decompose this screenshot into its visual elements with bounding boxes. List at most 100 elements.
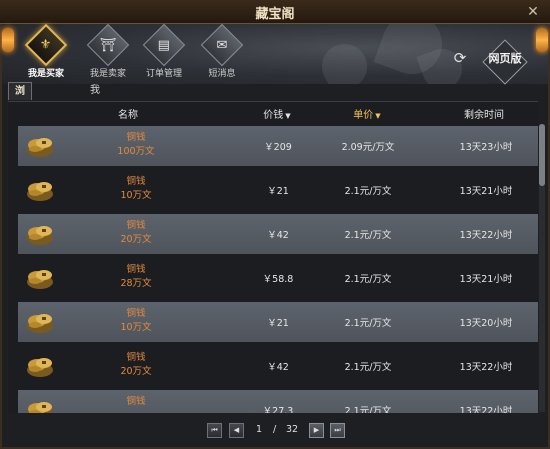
prev-page-button[interactable]: ◀ <box>229 423 244 438</box>
nav-label: 我是卖家 <box>89 69 126 79</box>
envelope-icon: ✉ <box>200 23 244 67</box>
price-cell: ￥42 <box>267 362 289 373</box>
time-left-cell: 13天22小时 <box>459 230 513 241</box>
copper-coins-icon <box>25 133 55 159</box>
nav-label: 订单管理 <box>145 69 182 79</box>
table-row[interactable]: 铜钱 10万文 ￥21 2.1元/万文 13天21小时 <box>18 170 538 210</box>
nav-button-3[interactable]: ✉ 短消息 <box>192 23 252 79</box>
total-pages: 32 <box>286 424 299 435</box>
time-left-cell: 13天22小时 <box>459 362 513 373</box>
tab-my-purchases[interactable]: 我买到的 <box>84 82 106 150</box>
table-row[interactable]: 铜钱 100万文 ￥209 2.09元/万文 13天23小时 <box>18 126 538 166</box>
item-name: 铜钱 <box>126 352 146 363</box>
pagination: ⏮ ◀ 1 / 32 ▶ ⏭ <box>0 422 550 442</box>
header-unit-price-label: 单价 <box>353 110 374 121</box>
item-name: 铜钱 <box>126 132 146 143</box>
header-unit-price-sort[interactable]: 单价 ▼ <box>342 106 392 121</box>
item-amount: 20万文 <box>120 366 152 377</box>
item-name-cell: 铜钱 28万文 <box>88 263 184 291</box>
nav-button-2[interactable]: ▤ 订单管理 <box>134 23 194 79</box>
lantern-icon <box>2 28 14 52</box>
lantern-icon <box>536 28 548 52</box>
header-price-sort[interactable]: 价钱 ▼ <box>252 106 302 121</box>
nav-glyph: ▤ <box>157 37 171 53</box>
table-row[interactable]: 铜钱 20万文 ￥42 2.1元/万文 13天22小时 <box>18 214 538 254</box>
copper-coins-icon <box>25 221 55 247</box>
item-name: 铜钱 <box>126 264 146 275</box>
first-page-button[interactable]: ⏮ <box>207 423 222 438</box>
nav-button-1[interactable]: ⛩ 我是卖家 <box>78 23 138 79</box>
web-version-button[interactable]: 网页版 <box>482 39 528 85</box>
item-amount: 10万文 <box>120 190 152 201</box>
price-cell: ￥21 <box>267 186 289 197</box>
time-left-cell: 13天20小时 <box>459 318 513 329</box>
header-name-label: 名称 <box>118 110 138 121</box>
item-name-cell: 铜钱 <box>88 395 184 409</box>
copper-coins-icon <box>25 309 55 335</box>
item-name: 铜钱 <box>126 220 146 231</box>
item-amount: 28万文 <box>120 278 152 289</box>
nav-button-0[interactable]: ⚜ 我是买家 <box>16 23 76 79</box>
price-cell: ￥42 <box>267 230 289 241</box>
item-amount: 10万文 <box>120 322 152 333</box>
unit-price-cell: 2.1元/万文 <box>344 186 392 197</box>
window-title: 藏宝阁 <box>255 7 295 22</box>
header-time-left: 剩余时间 <box>464 110 504 121</box>
header-name: 名称 <box>108 106 148 121</box>
stall-icon: ⛩ <box>86 23 130 67</box>
time-left-cell: 13天23小时 <box>459 142 513 153</box>
copper-coins-icon <box>25 177 55 203</box>
nav-label: 短消息 <box>208 69 236 79</box>
title-bar: 藏宝阁 ✕ <box>0 0 550 24</box>
current-page: 1 <box>256 424 263 435</box>
last-page-button[interactable]: ⏭ <box>330 423 345 438</box>
coin-emblem-icon: ⚜ <box>24 23 68 67</box>
close-icon[interactable]: ✕ <box>524 3 542 21</box>
item-name: 铜钱 <box>126 396 146 407</box>
time-left-cell: 13天22小时 <box>459 406 513 413</box>
table-row[interactable]: 铜钱 10万文 ￥21 2.1元/万文 13天20小时 <box>18 302 538 342</box>
item-name-cell: 铜钱 10万文 <box>88 307 184 335</box>
item-name: 铜钱 <box>126 308 146 319</box>
page-separator: / <box>273 424 277 435</box>
header-price-label: 价钱 <box>263 110 284 121</box>
item-name-cell: 铜钱 100万文 <box>88 131 184 159</box>
time-left-cell: 13天21小时 <box>459 186 513 197</box>
table-row[interactable]: 铜钱 ￥27.3 2.1元/万文 13天22小时 <box>18 390 538 413</box>
item-name-cell: 铜钱 10万文 <box>88 175 184 203</box>
copper-coins-icon <box>25 265 55 291</box>
next-page-button[interactable]: ▶ <box>309 423 324 438</box>
tab-browse-items[interactable]: 浏览商品 <box>8 82 32 151</box>
price-cell: ￥209 <box>264 142 292 153</box>
listing-table: 名称 价钱 ▼ 单价 ▼ 剩余时间 铜钱 100万文 ￥209 2.09元/万文 13天23… <box>8 101 538 413</box>
item-amount: 100万文 <box>117 146 155 157</box>
nav-glyph: ✉ <box>216 37 228 53</box>
price-cell: ￥21 <box>267 318 289 329</box>
price-cell: ￥58.8 <box>262 274 294 285</box>
time-left-cell: 13天21小时 <box>459 274 513 285</box>
list-scrollbar[interactable] <box>539 124 545 412</box>
copper-coins-icon <box>25 353 55 379</box>
unit-price-cell: 2.1元/万文 <box>344 230 392 241</box>
unit-price-cell: 2.09元/万文 <box>341 142 395 153</box>
item-amount: 20万文 <box>120 234 152 245</box>
unit-price-cell: 2.1元/万文 <box>344 362 392 373</box>
order-book-icon: ▤ <box>142 23 186 67</box>
sort-arrow-icon: ▼ <box>375 112 381 120</box>
table-row[interactable]: 铜钱 28万文 ￥58.8 2.1元/万文 13天21小时 <box>18 258 538 298</box>
scrollbar-thumb[interactable] <box>539 124 545 186</box>
table-row[interactable]: 铜钱 20万文 ￥42 2.1元/万文 13天22小时 <box>18 346 538 386</box>
nav-glyph: ⛩ <box>99 37 117 53</box>
web-version-label: 网页版 <box>488 52 522 65</box>
copper-coins-icon <box>25 397 55 413</box>
sort-arrow-icon: ▼ <box>285 112 291 120</box>
unit-price-cell: 2.1元/万文 <box>344 406 392 413</box>
item-name: 铜钱 <box>126 176 146 187</box>
nav-label: 我是买家 <box>27 69 64 79</box>
unit-price-cell: 2.1元/万文 <box>344 274 392 285</box>
nav-glyph: ⚜ <box>40 37 52 53</box>
refresh-icon[interactable]: ⟳ <box>451 49 469 67</box>
unit-price-cell: 2.1元/万文 <box>344 318 392 329</box>
table-header: 名称 价钱 ▼ 单价 ▼ 剩余时间 <box>8 102 538 124</box>
price-cell: ￥27.3 <box>262 406 294 413</box>
